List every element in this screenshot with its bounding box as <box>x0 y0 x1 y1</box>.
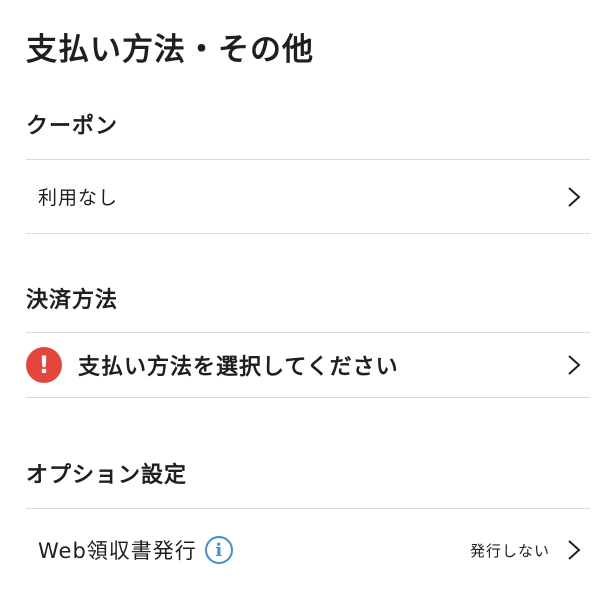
page-title: 支払い方法・その他 <box>26 32 314 68</box>
web-receipt-row[interactable]: Web領収書発行 i 発行しない <box>26 509 590 591</box>
chevron-right-icon <box>568 355 581 375</box>
divider <box>26 397 590 398</box>
payment-prompt: 支払い方法を選択してください <box>78 355 399 380</box>
payment-options-page: 支払い方法・その他 クーポン 利用なし 決済方法 ! 支払い方法を選択してくださ… <box>0 0 616 616</box>
divider <box>26 233 590 234</box>
coupon-row[interactable]: 利用なし <box>26 160 590 233</box>
chevron-right-icon <box>568 186 581 207</box>
web-receipt-value: 発行しない <box>469 541 550 560</box>
web-receipt-label: Web領収書発行 <box>38 539 197 563</box>
alert-icon: ! <box>26 347 62 383</box>
select-payment-method-row[interactable]: ! 支払い方法を選択してください <box>26 333 590 397</box>
payment-section-title: 決済方法 <box>26 288 119 313</box>
options-section-title: オプション設定 <box>26 463 188 488</box>
coupon-value: 利用なし <box>38 187 119 209</box>
coupon-section-title: クーポン <box>26 114 119 139</box>
info-icon[interactable]: i <box>204 536 233 564</box>
chevron-right-icon <box>568 540 581 560</box>
